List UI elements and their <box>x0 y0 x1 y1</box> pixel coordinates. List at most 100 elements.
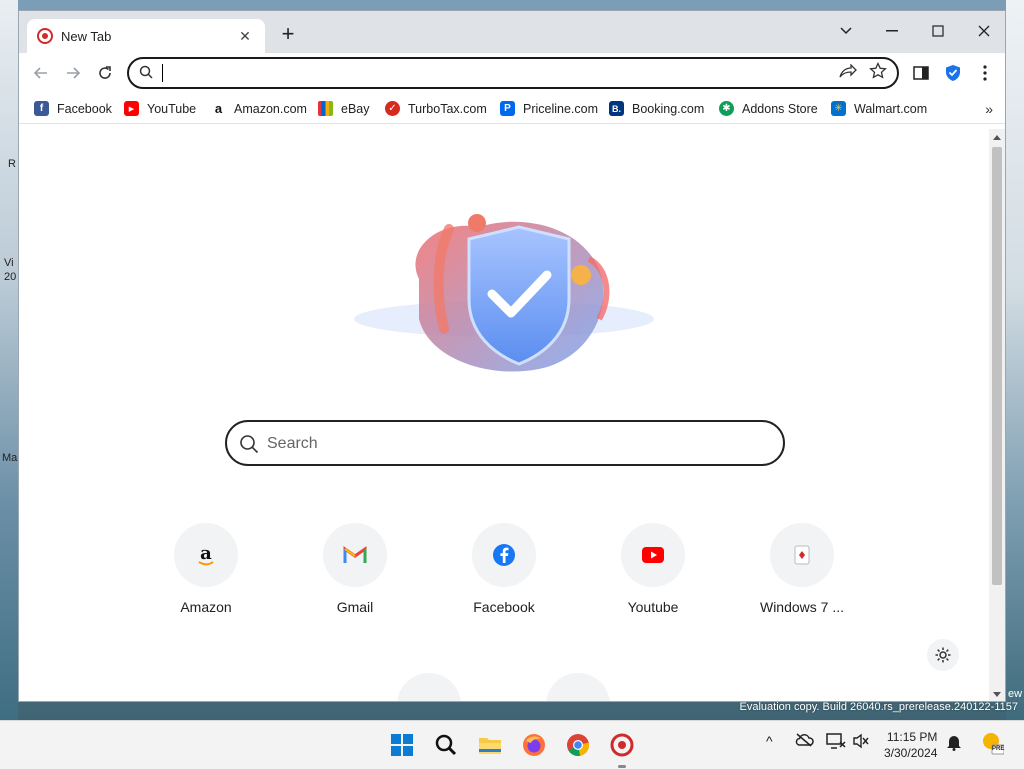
facebook-icon <box>472 523 536 587</box>
weather-widget-icon[interactable]: PRE <box>980 731 1005 755</box>
text-cursor <box>162 64 163 82</box>
volume-muted-icon[interactable] <box>852 733 870 752</box>
browser-window: New Tab ✕ + f Facebook ▶ YouTube a Amazo… <box>18 10 1006 702</box>
address-bar[interactable] <box>127 57 899 89</box>
side-panel-button[interactable] <box>909 61 933 85</box>
extension-shield-button[interactable] <box>941 61 965 85</box>
close-tab-icon[interactable]: ✕ <box>235 28 255 45</box>
facebook-icon: f <box>34 101 49 116</box>
search-icon[interactable] <box>430 729 462 761</box>
onedrive-offline-icon[interactable] <box>794 733 814 750</box>
addons-store-icon: ✱ <box>719 101 734 116</box>
priceline-icon: P <box>500 101 515 116</box>
bookmark-label: YouTube <box>147 101 197 116</box>
scroll-up-icon[interactable] <box>992 133 1002 141</box>
side-panel-icon <box>913 66 929 80</box>
windows-start-icon[interactable] <box>386 729 418 761</box>
evaluation-watermark: Evaluation copy. Build 26040.rs_prerelea… <box>739 701 1018 713</box>
search-placeholder: Search <box>267 435 318 452</box>
bookmark-label: Walmart.com <box>854 101 928 116</box>
tray-overflow-button[interactable]: ^ <box>766 733 773 749</box>
shortcut-amazon[interactable]: a Amazon <box>146 523 266 615</box>
page-scrollbar[interactable] <box>989 129 1005 701</box>
desktop-icon-label: 20 <box>4 271 17 283</box>
bookmark-label: Booking.com <box>632 101 705 116</box>
browser-toolbar <box>19 53 1005 93</box>
bookmark-priceline[interactable]: P Priceline.com <box>500 101 598 116</box>
more-vertical-icon <box>983 65 987 81</box>
shortcut-facebook[interactable]: Facebook <box>444 523 564 615</box>
clock[interactable]: 11:15 PM 3/30/2024 <box>884 729 937 761</box>
bookmark-label: Addons Store <box>742 101 818 116</box>
youtube-icon <box>621 523 685 587</box>
customize-button[interactable] <box>927 639 959 671</box>
search-icon <box>139 65 153 84</box>
bookmark-star-icon[interactable] <box>869 61 887 85</box>
svg-text:a: a <box>200 543 212 564</box>
firefox-icon[interactable] <box>518 729 550 761</box>
bookmarks-overflow-button[interactable]: » <box>985 101 993 117</box>
desktop-left-edge <box>0 0 18 720</box>
maximize-button[interactable] <box>915 17 961 45</box>
shortcut-youtube[interactable]: Youtube <box>593 523 713 615</box>
bookmark-label: TurboTax.com <box>408 101 487 116</box>
windows7-game-icon <box>770 523 834 587</box>
shortcut-label: Facebook <box>473 599 535 615</box>
scroll-down-icon[interactable] <box>992 691 1002 699</box>
bookmark-booking[interactable]: B. Booking.com <box>609 101 704 116</box>
file-explorer-icon[interactable] <box>474 729 506 761</box>
walmart-icon: ✳ <box>831 101 846 116</box>
scroll-thumb[interactable] <box>992 147 1002 585</box>
forward-button[interactable] <box>59 61 87 85</box>
back-button[interactable] <box>27 61 55 85</box>
share-icon[interactable] <box>839 63 857 83</box>
bookmark-turbotax[interactable]: ✓ TurboTax.com <box>385 101 487 116</box>
maximize-icon <box>932 25 944 37</box>
minimize-icon <box>886 30 898 32</box>
network-icon[interactable] <box>826 733 846 752</box>
secure-browser-icon[interactable] <box>606 729 638 768</box>
tab-new-tab[interactable]: New Tab ✕ <box>27 19 265 53</box>
clock-time: 11:15 PM <box>886 730 938 744</box>
chevron-down-icon <box>840 27 852 35</box>
bookmark-label: eBay <box>341 101 370 116</box>
browser-logo-icon <box>37 28 53 44</box>
chrome-icon[interactable] <box>562 729 594 761</box>
shortcut-gmail[interactable]: Gmail <box>295 523 415 615</box>
tab-title: New Tab <box>61 28 112 44</box>
close-window-button[interactable] <box>961 17 1005 45</box>
minimize-button[interactable] <box>869 17 915 45</box>
shortcut-windows7-game[interactable]: Windows 7 ... <box>742 523 862 615</box>
reload-icon <box>99 66 111 79</box>
shortcut-partial-shield[interactable] <box>397 673 461 701</box>
amazon-icon: a <box>211 101 226 116</box>
bookmark-ebay[interactable]: eBay <box>318 101 370 116</box>
bookmark-amazon[interactable]: a Amazon.com <box>211 101 307 116</box>
desktop-partial-text: ew <box>1008 688 1023 700</box>
shortcut-label: Windows 7 ... <box>759 599 845 615</box>
amazon-icon: a <box>174 523 238 587</box>
bookmark-walmart[interactable]: ✳ Walmart.com <box>831 101 927 116</box>
reload-button[interactable] <box>91 61 119 85</box>
youtube-icon: ▶ <box>124 101 139 116</box>
new-tab-page: Search a Amazon Gmail Facebook Youtube W… <box>19 129 991 701</box>
bookmark-facebook[interactable]: f Facebook <box>34 101 112 116</box>
desktop-icon-label: Vi <box>4 257 14 269</box>
bookmark-addons-store[interactable]: ✱ Addons Store <box>719 101 818 116</box>
pre-badge: PRE <box>992 746 1005 752</box>
bookmark-youtube[interactable]: ▶ YouTube <box>124 101 196 116</box>
menu-button[interactable] <box>973 61 997 85</box>
tab-search-button[interactable] <box>823 17 869 45</box>
bookmark-label: Facebook <box>57 101 112 116</box>
notifications-bell-icon[interactable] <box>946 733 962 754</box>
bookmarks-bar: f Facebook ▶ YouTube a Amazon.com eBay ✓… <box>19 97 1005 124</box>
shortcut-partial-add[interactable] <box>546 673 610 701</box>
ebay-icon <box>318 101 333 116</box>
shortcut-label: Youtube <box>627 599 679 615</box>
turbotax-icon: ✓ <box>385 101 400 116</box>
new-tab-button[interactable]: + <box>277 23 299 46</box>
security-shield-illustration <box>354 214 654 372</box>
page-search-input[interactable]: Search <box>225 420 785 466</box>
shield-icon <box>946 65 960 81</box>
bookmark-label: Priceline.com <box>523 101 599 116</box>
